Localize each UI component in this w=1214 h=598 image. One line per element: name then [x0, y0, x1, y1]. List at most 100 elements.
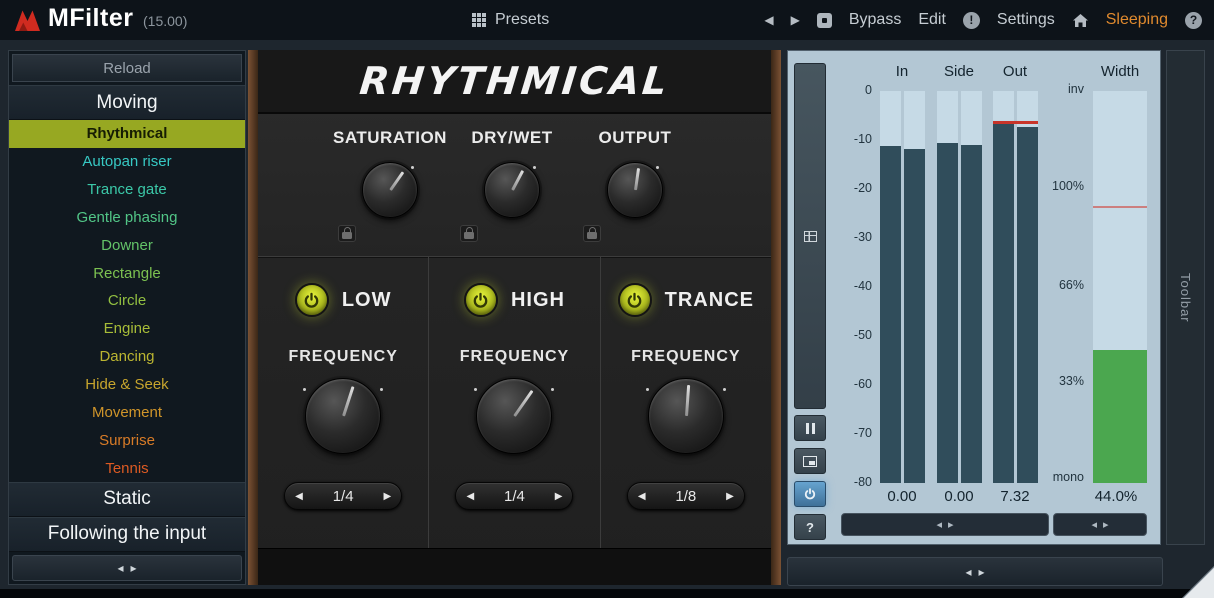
frequency-stepper[interactable]: ◀ 1/4 ▶: [284, 482, 402, 510]
app-title[interactable]: MFilter: [48, 4, 133, 33]
power-button[interactable]: [618, 283, 652, 317]
db-scale-label: -80: [832, 475, 872, 489]
lock-icon[interactable]: [460, 225, 478, 242]
preset-group-header[interactable]: Following the input: [9, 517, 245, 552]
output-control: OUTPUT: [575, 128, 695, 244]
width-readout: 44.0%: [1076, 488, 1156, 505]
step-right-icon[interactable]: ▶: [726, 491, 734, 502]
random-preset-icon[interactable]: [817, 13, 832, 28]
app-version: (15.00): [143, 13, 187, 29]
db-scale-label: -50: [832, 328, 872, 342]
band-sections: LOW FREQUENCY ◀ 1/4 ▶: [258, 257, 771, 549]
preset-item[interactable]: Circle: [9, 287, 245, 315]
frequency-knob[interactable]: [305, 378, 381, 454]
band-name: TRANCE: [665, 289, 754, 312]
resize-handle[interactable]: [1182, 566, 1214, 598]
scroll-right-icon[interactable]: ▸: [131, 561, 137, 575]
preset-item[interactable]: Tennis: [9, 454, 245, 482]
prev-preset-icon[interactable]: ◀: [764, 13, 773, 27]
preset-item[interactable]: Dancing: [9, 343, 245, 371]
scroll-left-icon[interactable]: ◂: [965, 565, 971, 579]
next-preset-icon[interactable]: ▶: [791, 13, 800, 27]
frequency-stepper[interactable]: ◀ 1/8 ▶: [627, 482, 745, 510]
preset-item[interactable]: Rectangle: [9, 259, 245, 287]
settings-button[interactable]: Settings: [997, 11, 1055, 29]
step-left-icon[interactable]: ◀: [638, 491, 646, 502]
step-value: 1/8: [675, 488, 696, 505]
meter-mode-strip[interactable]: [794, 63, 826, 409]
preset-item[interactable]: Trance gate: [9, 176, 245, 204]
pause-icon: [806, 423, 815, 434]
step-left-icon[interactable]: ◀: [295, 491, 303, 502]
drywet-control: DRY/WET: [452, 128, 572, 244]
preset-item[interactable]: Engine: [9, 315, 245, 343]
preset-item[interactable]: Autopan riser: [9, 148, 245, 176]
power-button[interactable]: [464, 283, 498, 317]
step-right-icon[interactable]: ▶: [555, 491, 563, 502]
home-icon[interactable]: [1072, 13, 1089, 28]
popup-window-button[interactable]: [794, 448, 826, 474]
sleeping-status[interactable]: Sleeping: [1106, 11, 1168, 29]
plugin-editor-panel: RHYTHMICAL SATURATION DRY/WET OUTPUT: [248, 50, 781, 585]
topbar-controls: ◀ ▶ Bypass Edit ! Settings Sleeping ?: [764, 0, 1202, 40]
presets-button[interactable]: Presets: [472, 0, 549, 40]
frequency-knob[interactable]: [476, 378, 552, 454]
edit-button[interactable]: Edit: [918, 11, 946, 29]
scroll-left-icon[interactable]: ◂: [936, 518, 942, 531]
out-peak-indicator: [993, 121, 1038, 124]
band-trance: TRANCE FREQUENCY ◀ 1/8 ▶: [600, 257, 771, 549]
side-meter: [937, 91, 982, 483]
scroll-right-icon[interactable]: ▸: [1103, 518, 1109, 531]
band-name: HIGH: [511, 289, 565, 312]
preset-item[interactable]: Movement: [9, 398, 245, 426]
scroll-left-icon[interactable]: ◂: [1091, 518, 1097, 531]
preset-item[interactable]: Gentle phasing: [9, 204, 245, 232]
preset-item[interactable]: Hide & Seek: [9, 371, 245, 399]
band-name: LOW: [342, 289, 392, 312]
topbar: MFilter (15.00) Presets ◀ ▶ Bypass Edit …: [0, 0, 1214, 40]
alert-icon[interactable]: !: [963, 12, 980, 29]
output-knob[interactable]: [607, 162, 663, 218]
step-right-icon[interactable]: ▶: [383, 491, 391, 502]
lock-icon[interactable]: [583, 225, 601, 242]
meter-label-width: Width: [1080, 63, 1160, 80]
preset-banner: RHYTHMICAL: [258, 50, 771, 114]
db-scale-label: -30: [832, 230, 872, 244]
toolbar-strip[interactable]: Toolbar: [1166, 50, 1205, 545]
step-left-icon[interactable]: ◀: [466, 491, 474, 502]
saturation-knob[interactable]: [362, 162, 418, 218]
meter-power-button[interactable]: [794, 481, 826, 507]
meter-scrollbar[interactable]: ◂ ▸: [841, 513, 1049, 536]
preset-title: RHYTHMICAL: [357, 59, 671, 103]
frequency-stepper[interactable]: ◀ 1/4 ▶: [455, 482, 573, 510]
bypass-button[interactable]: Bypass: [849, 11, 901, 29]
preset-item[interactable]: Downer: [9, 231, 245, 259]
width-peak-indicator: [1093, 206, 1147, 208]
help-icon[interactable]: ?: [1185, 12, 1202, 29]
preset-group-header[interactable]: Static: [9, 482, 245, 517]
sidebar-scrollbar[interactable]: ◂ ▸: [12, 555, 242, 581]
frequency-knob[interactable]: [648, 378, 724, 454]
grid-icon: [804, 231, 817, 242]
preset-item[interactable]: Rhythmical: [9, 120, 245, 148]
width-meter-fill: [1093, 350, 1147, 483]
scroll-right-icon[interactable]: ▸: [948, 518, 954, 531]
power-button[interactable]: [295, 283, 329, 317]
bottom-scrollbar[interactable]: ◂ ▸: [787, 557, 1163, 586]
reload-button[interactable]: Reload: [12, 54, 242, 82]
preset-item[interactable]: Surprise: [9, 426, 245, 454]
scroll-left-icon[interactable]: ◂: [117, 561, 123, 575]
drywet-knob[interactable]: [484, 162, 540, 218]
melda-logo-icon[interactable]: [14, 8, 41, 37]
pause-button[interactable]: [794, 415, 826, 441]
preset-group-header[interactable]: Moving: [9, 85, 245, 120]
lock-icon[interactable]: [338, 225, 356, 242]
out-readout: 7.32: [975, 488, 1055, 505]
db-scale-label: -20: [832, 181, 872, 195]
frequency-label: FREQUENCY: [601, 348, 771, 366]
meter-help-button[interactable]: ?: [794, 514, 826, 540]
scroll-right-icon[interactable]: ▸: [979, 565, 985, 579]
width-meter: [1093, 91, 1147, 483]
db-scale: 0-10-20-30-40-50-60-70-80: [832, 91, 874, 483]
width-scrollbar[interactable]: ◂ ▸: [1053, 513, 1147, 536]
